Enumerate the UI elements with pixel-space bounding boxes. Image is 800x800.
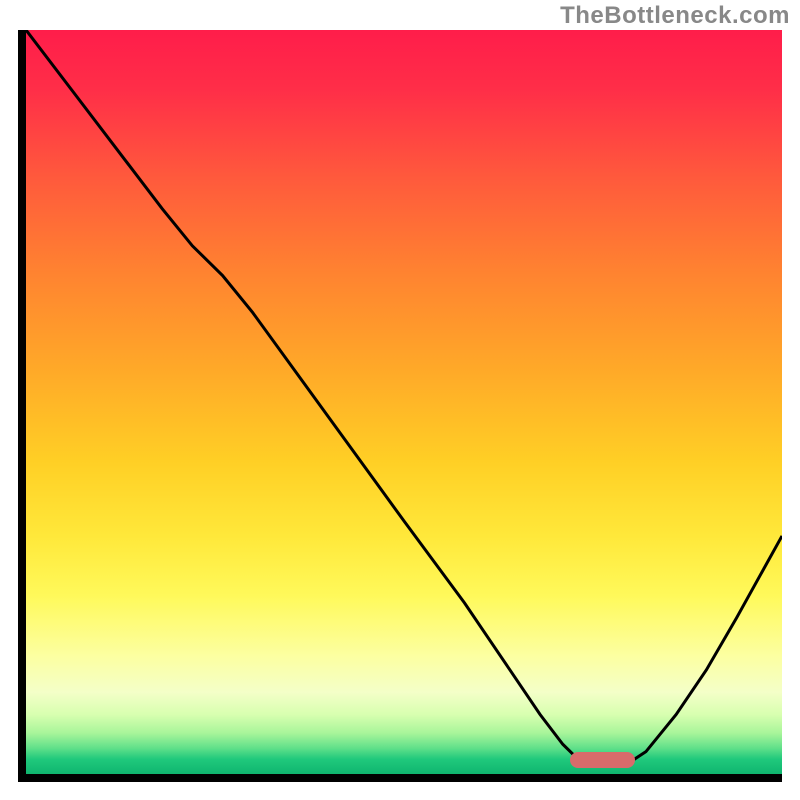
optimal-range-marker: [570, 752, 634, 768]
curve-svg: [26, 30, 782, 774]
chart-frame: TheBottleneck.com: [0, 0, 800, 800]
bottleneck-curve-path: [26, 30, 782, 767]
plot-area: [18, 30, 782, 782]
watermark-text: TheBottleneck.com: [560, 2, 790, 30]
